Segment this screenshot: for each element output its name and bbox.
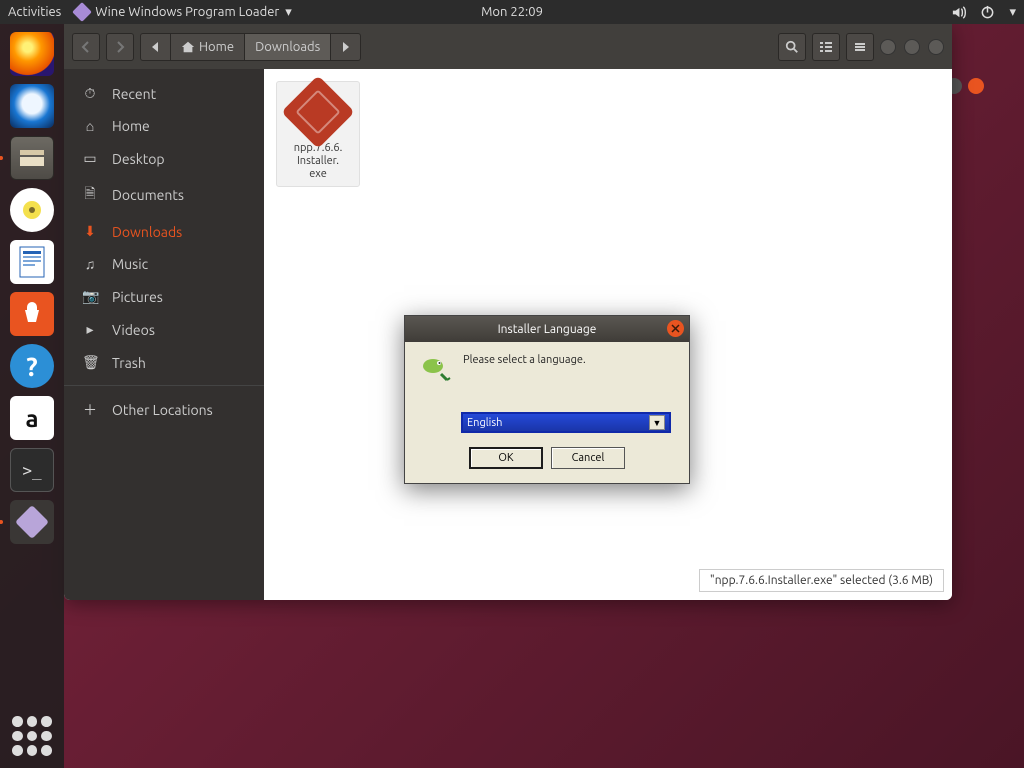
- chevron-down-icon: ▼: [649, 415, 665, 430]
- dock-software[interactable]: [8, 290, 56, 338]
- path-back[interactable]: [141, 34, 170, 60]
- search-icon: [785, 40, 799, 54]
- close-icon: [671, 324, 680, 333]
- dock-terminal[interactable]: >_: [8, 446, 56, 494]
- dock: ? a >_: [0, 24, 64, 768]
- sidebar-item-label: Music: [112, 256, 148, 272]
- dock-amazon[interactable]: a: [8, 394, 56, 442]
- installer-language-dialog: Installer Language Please select a langu…: [404, 315, 690, 484]
- dock-thunderbird[interactable]: [8, 82, 56, 130]
- view-list-button[interactable]: [812, 33, 840, 61]
- sidebar-item-documents[interactable]: 🗎 Documents: [64, 175, 264, 215]
- file-npp-installer[interactable]: npp.7.6.6. Installer. exe: [276, 81, 360, 187]
- sidebar-item-label: Home: [112, 118, 150, 134]
- sidebar-icon: ＋: [82, 400, 98, 420]
- dock-rhythmbox[interactable]: [8, 186, 56, 234]
- sidebar-item-other-locations[interactable]: ＋ Other Locations: [64, 392, 264, 428]
- sidebar-item-downloads[interactable]: ⬇ Downloads: [64, 215, 264, 248]
- dialog-prompt: Please select a language.: [463, 354, 586, 366]
- dock-wine[interactable]: [8, 498, 56, 546]
- npp-icon: [419, 354, 451, 386]
- exe-icon: [281, 75, 355, 149]
- sidebar-item-desktop[interactable]: ▭ Desktop: [64, 142, 264, 175]
- sidebar-item-label: Trash: [112, 355, 146, 371]
- sidebar-item-music[interactable]: ♫ Music: [64, 248, 264, 280]
- dialog-close-button[interactable]: [667, 320, 684, 337]
- sidebar-item-label: Recent: [112, 86, 156, 102]
- sidebar-item-label: Videos: [112, 322, 155, 338]
- dock-writer[interactable]: [8, 238, 56, 286]
- cancel-button[interactable]: Cancel: [551, 447, 625, 469]
- sidebar-item-pictures[interactable]: 📷 Pictures: [64, 280, 264, 313]
- path-home[interactable]: Home: [170, 34, 244, 60]
- activities-button[interactable]: Activities: [8, 5, 61, 19]
- window-minimize[interactable]: [880, 39, 896, 55]
- background-window-controls: [946, 78, 988, 120]
- sidebar-item-label: Downloads: [112, 224, 182, 240]
- chevron-down-icon: ▾: [285, 5, 292, 20]
- dock-firefox[interactable]: [8, 30, 56, 78]
- path-bar: Home Downloads: [140, 33, 361, 61]
- top-bar: Activities Wine Windows Program Loader ▾…: [0, 0, 1024, 24]
- language-select[interactable]: English ▼: [461, 412, 671, 433]
- sidebar-item-label: Other Locations: [112, 402, 213, 418]
- sidebar-item-label: Documents: [112, 187, 184, 203]
- window-maximize[interactable]: [904, 39, 920, 55]
- sidebar-icon: 🗑: [82, 354, 98, 371]
- window-close[interactable]: [928, 39, 944, 55]
- home-icon: [181, 40, 195, 54]
- close-icon[interactable]: [968, 78, 984, 94]
- sidebar-item-videos[interactable]: ▸ Videos: [64, 313, 264, 346]
- sidebar-item-home[interactable]: ⌂ Home: [64, 110, 264, 142]
- wine-icon: [72, 2, 92, 22]
- clock[interactable]: Mon 22:09: [481, 5, 543, 19]
- sidebar-item-trash[interactable]: 🗑 Trash: [64, 346, 264, 379]
- path-home-label: Home: [199, 40, 234, 54]
- sidebar-icon: ⬇: [82, 223, 98, 240]
- sidebar-icon: 📷: [82, 288, 98, 305]
- app-menu[interactable]: Wine Windows Program Loader ▾: [75, 5, 292, 20]
- path-downloads[interactable]: Downloads: [244, 34, 330, 60]
- sidebar-icon: ⏱: [82, 85, 98, 102]
- path-current-label: Downloads: [255, 40, 320, 54]
- dialog-title: Installer Language: [498, 323, 597, 336]
- volume-icon[interactable]: [951, 5, 966, 20]
- show-applications[interactable]: [12, 716, 52, 756]
- sidebar-icon: 🗎: [82, 183, 98, 207]
- sidebar-icon: ♫: [82, 256, 98, 272]
- menu-button[interactable]: [846, 33, 874, 61]
- power-icon[interactable]: [980, 5, 995, 20]
- language-select-value: English: [467, 417, 502, 429]
- hamburger-icon: [853, 40, 867, 54]
- nav-back-button[interactable]: [72, 33, 100, 61]
- files-sidebar: ⏱ Recent ⌂ Home ▭ Desktop 🗎 Documents ⬇ Downloads…: [64, 69, 264, 600]
- file-label: Installer.: [281, 155, 355, 168]
- sidebar-item-label: Desktop: [112, 151, 165, 167]
- chevron-down-icon[interactable]: ▾: [1009, 5, 1016, 20]
- sidebar-icon: ▸: [82, 321, 98, 338]
- files-header: Home Downloads: [64, 24, 952, 69]
- files-window: Home Downloads ⏱ Recent ⌂ Home ▭ Desktop 🗎 Docu…: [64, 24, 952, 600]
- sidebar-icon: ⌂: [82, 118, 98, 134]
- app-menu-label: Wine Windows Program Loader: [95, 5, 279, 19]
- sidebar-item-recent[interactable]: ⏱ Recent: [64, 77, 264, 110]
- dock-help[interactable]: ?: [8, 342, 56, 390]
- ok-button[interactable]: OK: [469, 447, 543, 469]
- sidebar-item-label: Pictures: [112, 289, 163, 305]
- nav-forward-button[interactable]: [106, 33, 134, 61]
- sidebar-icon: ▭: [82, 150, 98, 167]
- path-forward[interactable]: [330, 34, 360, 60]
- dock-files[interactable]: [8, 134, 56, 182]
- search-button[interactable]: [778, 33, 806, 61]
- status-bar: "npp.7.6.6.Installer.exe" selected (3.6 …: [699, 569, 944, 592]
- file-label: exe: [281, 168, 355, 181]
- dialog-title-bar[interactable]: Installer Language: [405, 316, 689, 342]
